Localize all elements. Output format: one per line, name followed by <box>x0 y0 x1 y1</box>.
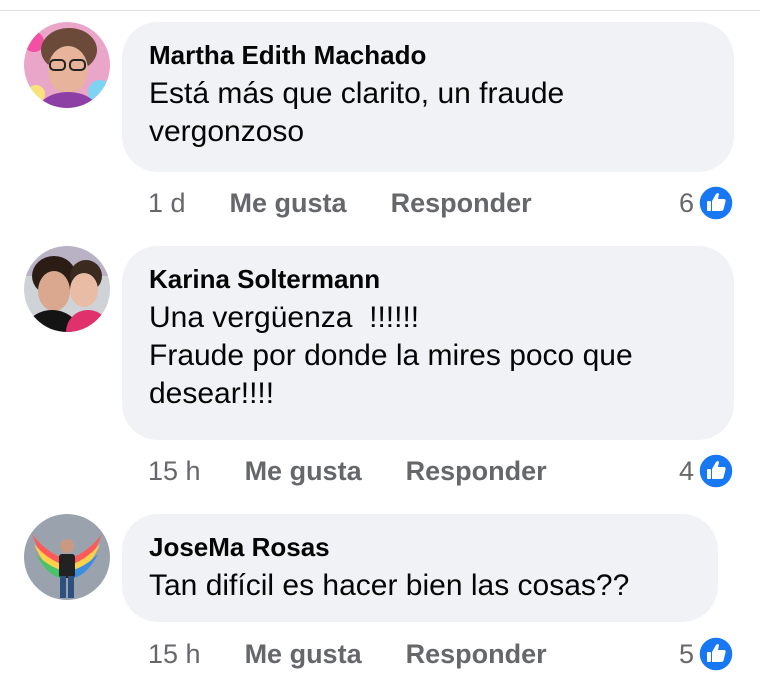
reaction-summary[interactable]: 6 <box>679 183 734 223</box>
reaction-summary[interactable]: 5 <box>679 634 734 674</box>
comment-actions: 15 h Me gusta Responder <box>148 451 591 491</box>
comment-text: Una vergüenza !!!!!! Fraude por donde la… <box>149 301 633 410</box>
reaction-count: 6 <box>678 187 694 218</box>
comment-author[interactable]: Martha Edith Machado <box>149 40 706 70</box>
comment-bubble: Martha Edith Machado Está más que clarit… <box>122 22 734 172</box>
comment-actions: 15 h Me gusta Responder <box>148 634 591 674</box>
comment-time[interactable]: 15 h <box>148 639 201 670</box>
thumbs-up-icon <box>698 185 734 221</box>
comment-bubble: Karina Soltermann Una vergüenza !!!!!! F… <box>122 246 734 440</box>
comment-author[interactable]: Karina Soltermann <box>149 264 706 294</box>
reply-button[interactable]: Responder <box>406 456 547 487</box>
like-button[interactable]: Me gusta <box>245 456 362 487</box>
reaction-count: 4 <box>678 455 694 486</box>
comment-actions: 1 d Me gusta Responder <box>148 183 576 223</box>
like-button[interactable]: Me gusta <box>245 639 362 670</box>
comment-time[interactable]: 1 d <box>148 188 186 219</box>
avatar[interactable] <box>24 514 110 600</box>
reply-button[interactable]: Responder <box>391 188 532 219</box>
reaction-summary[interactable]: 4 <box>679 451 734 491</box>
comment-text: Está más que clarito, un fraude vergonzo… <box>149 77 565 148</box>
top-divider <box>0 10 760 11</box>
comment-time[interactable]: 15 h <box>148 456 201 487</box>
thumbs-up-icon <box>698 453 734 489</box>
reaction-count: 5 <box>678 638 694 669</box>
reply-button[interactable]: Responder <box>406 639 547 670</box>
like-button[interactable]: Me gusta <box>230 188 347 219</box>
avatar[interactable] <box>24 246 110 332</box>
thumbs-up-icon <box>698 636 734 672</box>
avatar[interactable] <box>24 22 110 108</box>
comment-author[interactable]: JoseMa Rosas <box>149 532 690 562</box>
comment-bubble: JoseMa Rosas Tan difícil es hacer bien l… <box>122 514 718 622</box>
comment-text: Tan difícil es hacer bien las cosas?? <box>149 569 630 602</box>
